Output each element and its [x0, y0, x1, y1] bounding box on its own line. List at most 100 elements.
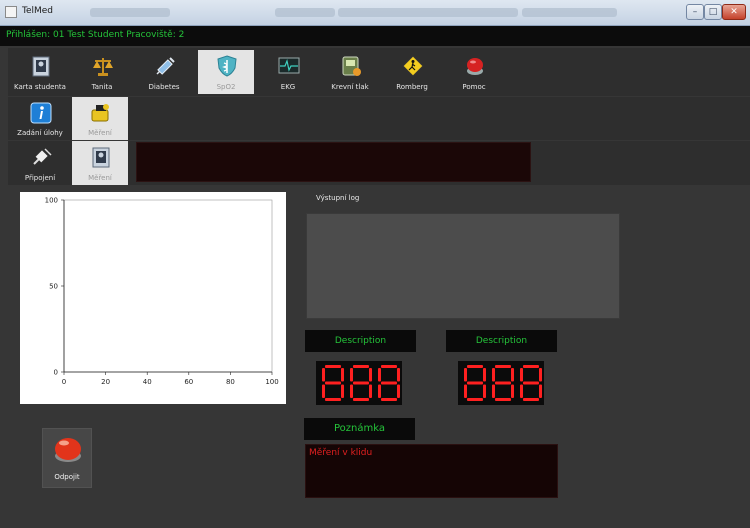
blurred-region [338, 8, 518, 17]
segment-g [381, 381, 397, 385]
segment-c [539, 384, 542, 398]
plot-area [63, 199, 273, 373]
minimize-button[interactable]: – [686, 4, 704, 20]
y-tick-label: 0 [54, 369, 58, 377]
blurred-region [275, 8, 335, 17]
segment-e [492, 384, 495, 398]
romberg-sign-icon [402, 55, 424, 77]
segment-c [369, 384, 372, 398]
segment-a [381, 365, 397, 368]
segment-f [492, 368, 495, 382]
sub-tab-bar-task: Zadání úlohy Měření [8, 97, 750, 140]
tab-zadani-ulohy[interactable]: Zadání úlohy [12, 97, 68, 140]
tab-romberg[interactable]: Romberg [384, 50, 440, 94]
x-tick-label: 40 [143, 378, 152, 386]
segment-f [378, 368, 381, 382]
y-tick-label: 50 [49, 283, 58, 291]
tab-mereni-device[interactable]: Měření [72, 141, 128, 185]
window-title: TelMed [22, 6, 54, 16]
segment-b [369, 368, 372, 382]
info-icon [30, 102, 52, 124]
segment-d [381, 398, 397, 401]
segment-e [322, 384, 325, 398]
segment-a [467, 365, 483, 368]
help-button-icon [467, 58, 483, 75]
segment-f [350, 368, 353, 382]
segment-d [353, 398, 369, 401]
segment-e [378, 384, 381, 398]
x-tick-label: 20 [101, 378, 110, 386]
segment-f [520, 368, 523, 382]
display-2-digits [464, 365, 542, 401]
display-1-digits [322, 365, 400, 401]
student-card-icon [92, 147, 110, 168]
blurred-region [90, 8, 170, 17]
segment-b [539, 368, 542, 382]
segment-a [523, 365, 539, 368]
segment-f [322, 368, 325, 382]
segment-e [520, 384, 523, 398]
device-output-panel [136, 142, 531, 182]
display-1-seven-segment [316, 361, 402, 405]
segment-c [341, 384, 344, 398]
segment-f [464, 368, 467, 382]
tab-tanita[interactable]: Tanita [74, 50, 130, 94]
tab-ekg[interactable]: EKG [260, 50, 316, 94]
x-tick-label: 80 [226, 378, 235, 386]
blood-pressure-icon [342, 56, 361, 76]
blurred-region [522, 8, 617, 17]
tab-krevni-tlak[interactable]: Krevní tlak [322, 50, 378, 94]
note-text: Měření v klidu [309, 448, 373, 458]
segment-d [495, 398, 511, 401]
tab-karta-studenta[interactable]: Karta studenta [12, 50, 68, 94]
caduceus-icon [217, 55, 237, 77]
spo2-chart: 0 20 40 60 80 100 0 50 100 [20, 192, 286, 404]
maximize-button[interactable]: □ [704, 4, 722, 20]
x-tick-label: 0 [62, 378, 66, 386]
segment-a [353, 365, 369, 368]
plug-icon [33, 148, 52, 165]
tab-pripojeni[interactable]: Připojení [12, 141, 68, 185]
segment-b [511, 368, 514, 382]
chart-svg: 0 20 40 60 80 100 0 50 100 [45, 197, 279, 387]
title-bar: TelMed – □ ✕ [0, 0, 750, 26]
segment-d [467, 398, 483, 401]
note-label: Poznámka [304, 418, 415, 440]
tab-diabetes[interactable]: Diabetes [136, 50, 192, 94]
segment-b [341, 368, 344, 382]
segment-a [495, 365, 511, 368]
display-2-seven-segment [458, 361, 544, 405]
tab-pomoc[interactable]: Pomoc [446, 50, 502, 94]
measure-tape-icon [91, 104, 109, 122]
note-textarea[interactable]: Měření v klidu [305, 444, 558, 498]
segment-c [511, 384, 514, 398]
close-button[interactable]: ✕ [722, 4, 746, 20]
output-log-label: Výstupní log [316, 194, 360, 202]
segment-c [483, 384, 486, 398]
output-log-textarea[interactable] [306, 213, 620, 319]
segment-g [523, 381, 539, 385]
segment-g [325, 381, 341, 385]
segment-b [397, 368, 400, 382]
segment-d [523, 398, 539, 401]
segment-c [397, 384, 400, 398]
segment-g [353, 381, 369, 385]
app-icon [5, 6, 17, 18]
y-tick-label: 100 [45, 197, 58, 205]
segment-g [495, 381, 511, 385]
display-2-description: Description [446, 330, 557, 352]
student-card-icon [32, 56, 50, 77]
x-tick-label: 100 [265, 378, 278, 386]
telmed-window: TelMed – □ ✕ Přihlášen: 01 Test Student … [0, 0, 750, 528]
tab-mereni[interactable]: Měření [72, 97, 128, 140]
ecg-monitor-icon [278, 57, 300, 74]
disconnect-button[interactable]: Odpojit [42, 428, 92, 488]
segment-d [325, 398, 341, 401]
segment-e [464, 384, 467, 398]
syringe-icon [156, 57, 175, 75]
tab-spo2[interactable]: SpO2 [198, 50, 254, 94]
main-tab-bar: Karta studenta Tanita Diabetes SpO2 EKG … [8, 48, 750, 96]
segment-e [350, 384, 353, 398]
scale-icon [93, 58, 113, 76]
segment-a [325, 365, 341, 368]
